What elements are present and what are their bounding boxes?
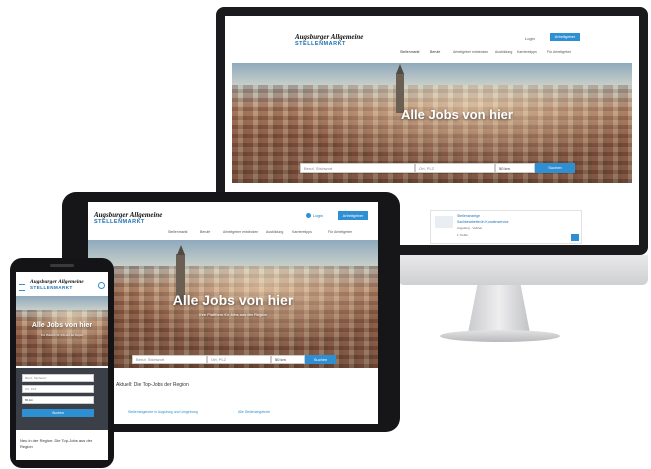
- phone-screen: Augsburger Allgemeine STELLENMARKT Alle …: [16, 272, 108, 460]
- phone-hero-subline: Ihre Plattform für Jobs aus der Region: [40, 334, 84, 337]
- tablet-hero-headline: Alle Jobs von hier: [172, 292, 294, 308]
- phone-teaser-text: Neu in der Region: Die Top-Jobs aus der …: [20, 438, 93, 449]
- job-card-footer: 1 Treffer: [457, 233, 469, 237]
- desktop-monitor-chin: [398, 255, 648, 285]
- logo-subline: STELLENMARKT: [295, 41, 346, 47]
- job-card-meta: Augsburg · Vollzeit: [457, 226, 483, 230]
- tablet-hero-subline: Ihre Plattform für Jobs aus der Region: [199, 312, 267, 317]
- tablet-nav-link[interactable]: Für Arbeitgeber: [328, 230, 352, 234]
- tablet-location-input[interactable]: Ort, PLZ: [207, 355, 271, 364]
- phone-location-input[interactable]: Ort, PLZ: [22, 385, 94, 393]
- tablet-screen: Augsburger Allgemeine STELLENMARKT Login…: [88, 202, 378, 424]
- tablet-nav-link[interactable]: Arbeitgeber entdecken: [223, 230, 258, 234]
- logo-wordmark: Augsburger Allgemeine: [295, 33, 364, 41]
- desktop-search-button[interactable]: Suchen: [535, 163, 575, 173]
- tablet-employer-button[interactable]: Arbeitgeber: [338, 211, 368, 220]
- desktop-employer-button[interactable]: Arbeitgeber: [550, 33, 580, 41]
- tablet-nav-link[interactable]: Karrieretipps: [292, 230, 312, 234]
- tablet-logo[interactable]: Augsburger Allgemeine STELLENMARKT: [94, 211, 163, 226]
- desktop-nav-link[interactable]: Ausbildung: [495, 50, 512, 54]
- desktop-nav-link[interactable]: Karrieretipps: [517, 50, 537, 54]
- desktop-logo[interactable]: Augsburger Allgemeine STELLENMARKT: [295, 33, 364, 48]
- desktop-hero-image: Alle Jobs von hier Beruf, Stichwort Ort,…: [232, 63, 632, 183]
- desktop-nav-link[interactable]: Arbeitgeber entdecken: [453, 50, 488, 54]
- logo-wordmark: Augsburger Allgemeine: [94, 211, 163, 219]
- tablet-search-button[interactable]: Suchen: [305, 355, 336, 364]
- desktop-location-input[interactable]: Ort, PLZ: [415, 163, 495, 173]
- desktop-monitor-stand: [468, 285, 530, 333]
- company-logo: [435, 216, 453, 228]
- tablet-keyword-input[interactable]: Beruf, Stichwort: [132, 355, 207, 364]
- desktop-monitor-base: [440, 330, 560, 342]
- search-icon[interactable]: [98, 282, 105, 289]
- phone-keyword-input[interactable]: Beruf, Stichwort: [22, 374, 94, 382]
- desktop-job-card[interactable]: Stellenanzeige Sachbearbeiter/in Kundens…: [430, 210, 582, 244]
- desktop-hero-headline: Alle Jobs von hier: [401, 107, 513, 122]
- tablet-login-link[interactable]: Login: [313, 213, 323, 218]
- phone-search-button[interactable]: Suchen: [22, 409, 94, 417]
- desktop-nav-link[interactable]: Stellenmarkt: [400, 50, 419, 54]
- tablet-link[interactable]: Alle Stellenangebote: [238, 410, 270, 414]
- logo-subline: STELLENMARKT: [94, 219, 145, 225]
- job-card-title: Sachbearbeiter/in Kundenservice: [457, 220, 509, 224]
- phone-speaker: [50, 264, 74, 267]
- desktop-nav-link[interactable]: Für Arbeitgeber: [547, 50, 571, 54]
- desktop-nav-link[interactable]: Berufe: [430, 50, 440, 54]
- tablet-section-heading: Aktuell: Die Top-Jobs der Region: [116, 382, 189, 388]
- phone-search-panel: Beruf, Stichwort Ort, PLZ 50 km Suchen: [16, 368, 108, 430]
- phone-radius-select[interactable]: 50 km: [22, 396, 94, 404]
- menu-icon[interactable]: [19, 284, 25, 291]
- phone-hero-image: Alle Jobs von hier Ihre Plattform für Jo…: [16, 296, 108, 366]
- tablet-nav-link[interactable]: Stellenmarkt: [168, 230, 187, 234]
- job-card-company: Stellenanzeige: [457, 214, 480, 218]
- user-icon: [306, 213, 311, 218]
- tablet-nav-link[interactable]: Berufe: [200, 230, 210, 234]
- logo-subline: STELLENMARKT: [30, 285, 73, 290]
- desktop-radius-select[interactable]: 50 km: [495, 163, 535, 173]
- phone-hero-headline: Alle Jobs von hier: [31, 322, 93, 329]
- tablet-link[interactable]: Stellenangebote in Augsburg und Umgebung: [128, 410, 198, 414]
- desktop-keyword-input[interactable]: Beruf, Stichwort: [300, 163, 415, 173]
- tablet-radius-select[interactable]: 50 km: [271, 355, 305, 364]
- tablet-hero-image: Alle Jobs von hier Ihre Plattform für Jo…: [88, 240, 378, 368]
- tablet-nav-link[interactable]: Ausbildung: [266, 230, 283, 234]
- phone-logo[interactable]: Augsburger Allgemeine STELLENMARKT: [30, 279, 84, 290]
- desktop-login-link[interactable]: Login: [525, 36, 535, 41]
- card-arrow-icon[interactable]: [571, 234, 579, 241]
